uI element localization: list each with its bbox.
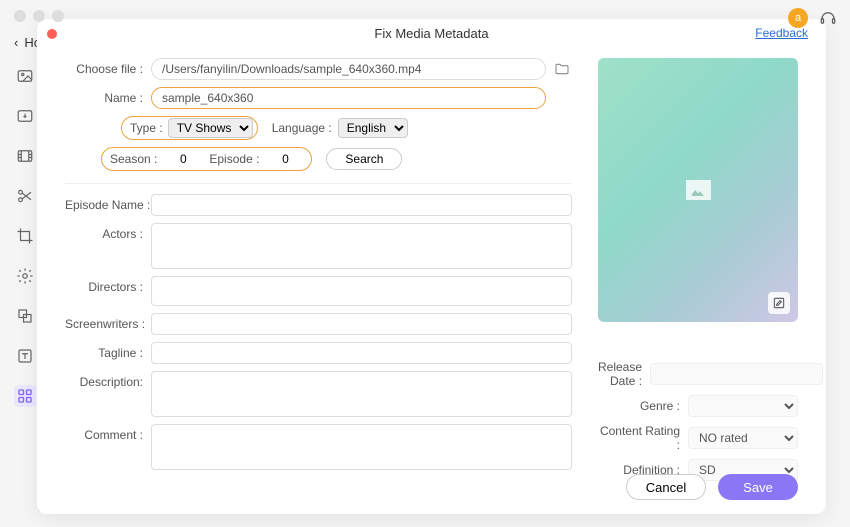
description-input[interactable] — [151, 371, 572, 417]
actors-row: Actors : — [65, 223, 572, 269]
season-label: Season : — [110, 152, 157, 166]
sidebar-item-cut[interactable] — [14, 185, 36, 207]
actors-label: Actors : — [65, 223, 151, 241]
release-date-input[interactable] — [650, 363, 823, 385]
save-button[interactable]: Save — [718, 474, 798, 500]
episode-name-input[interactable] — [151, 194, 572, 216]
season-episode-row: Season : Episode : Search — [65, 147, 572, 171]
language-select[interactable]: English — [338, 118, 408, 138]
season-episode-pill: Season : Episode : — [101, 147, 312, 171]
traffic-light-close[interactable] — [14, 10, 26, 22]
sidebar-item-settings[interactable] — [14, 265, 36, 287]
genre-label: Genre : — [598, 399, 688, 413]
name-row: Name : — [65, 87, 572, 109]
window-traffic-lights — [14, 10, 64, 22]
modal-body: Choose file : Name : Type : — [37, 48, 826, 488]
comment-input[interactable] — [151, 424, 572, 470]
screenwriters-row: Screenwriters : — [65, 313, 572, 335]
actors-input[interactable] — [151, 223, 572, 269]
language-label: Language : — [258, 121, 338, 135]
description-label: Description: — [65, 371, 151, 389]
choose-file-row: Choose file : — [65, 58, 572, 80]
traffic-light-minimize[interactable] — [33, 10, 45, 22]
metadata-modal: Fix Media Metadata Feedback Choose file … — [37, 19, 826, 514]
directors-label: Directors : — [65, 276, 151, 294]
folder-icon[interactable] — [552, 59, 572, 79]
avatar-initial: a — [795, 12, 801, 24]
search-button[interactable]: Search — [326, 148, 402, 170]
modal-header: Fix Media Metadata Feedback — [37, 19, 826, 48]
sidebar-item-image[interactable] — [14, 65, 36, 87]
tagline-row: Tagline : — [65, 342, 572, 364]
top-right-controls: a — [788, 8, 838, 28]
modal-footer: Cancel Save — [626, 474, 798, 500]
name-label: Name : — [65, 91, 151, 105]
choose-file-label: Choose file : — [65, 62, 151, 76]
sidebar-item-crop[interactable] — [14, 225, 36, 247]
sidebar-item-film[interactable] — [14, 145, 36, 167]
avatar[interactable]: a — [788, 8, 808, 28]
type-pill: Type : TV Shows — [121, 116, 258, 140]
content-rating-label: Content Rating : — [598, 424, 688, 452]
season-input[interactable] — [165, 150, 201, 168]
choose-file-input[interactable] — [151, 58, 546, 80]
type-label: Type : — [130, 121, 168, 135]
feedback-link[interactable]: Feedback — [755, 26, 808, 40]
left-column: Choose file : Name : Type : — [65, 58, 572, 488]
modal-title: Fix Media Metadata — [374, 26, 488, 41]
sidebar-item-text[interactable] — [14, 345, 36, 367]
episode-label: Episode : — [209, 152, 259, 166]
release-date-label: Release Date : — [598, 360, 650, 388]
poster-preview — [598, 58, 798, 322]
sidebar-item-apps[interactable] — [14, 385, 36, 407]
content-rating-select[interactable]: NO rated — [688, 427, 798, 449]
episode-name-label: Episode Name : — [65, 198, 151, 212]
tagline-label: Tagline : — [65, 346, 151, 360]
traffic-light-zoom[interactable] — [52, 10, 64, 22]
close-icon[interactable] — [47, 29, 57, 39]
support-icon[interactable] — [818, 8, 838, 28]
edit-poster-button[interactable] — [768, 292, 790, 314]
genre-select[interactable] — [688, 395, 798, 417]
name-input[interactable] — [151, 87, 546, 109]
episode-name-row: Episode Name : — [65, 194, 572, 216]
comment-row: Comment : — [65, 424, 572, 470]
type-language-row: Type : TV Shows Language : English — [65, 116, 572, 140]
release-date-row: Release Date : — [598, 360, 798, 388]
sidebar-item-download[interactable] — [14, 105, 36, 127]
cancel-button[interactable]: Cancel — [626, 474, 706, 500]
chevron-left-icon: ‹ — [14, 35, 18, 50]
tagline-input[interactable] — [151, 342, 572, 364]
sidebar-item-layers[interactable] — [14, 305, 36, 327]
type-select[interactable]: TV Shows — [168, 118, 253, 138]
directors-input[interactable] — [151, 276, 572, 306]
directors-row: Directors : — [65, 276, 572, 306]
right-column: Release Date : Genre : Content Rating : … — [598, 58, 798, 488]
content-rating-row: Content Rating : NO rated — [598, 424, 798, 452]
screenwriters-label: Screenwriters : — [65, 317, 151, 331]
description-row: Description: — [65, 371, 572, 417]
screenwriters-input[interactable] — [151, 313, 572, 335]
right-fields: Release Date : Genre : Content Rating : … — [598, 360, 798, 481]
genre-row: Genre : — [598, 395, 798, 417]
comment-label: Comment : — [65, 424, 151, 442]
image-placeholder-icon — [686, 180, 711, 200]
divider — [65, 183, 572, 184]
episode-input[interactable] — [267, 150, 303, 168]
